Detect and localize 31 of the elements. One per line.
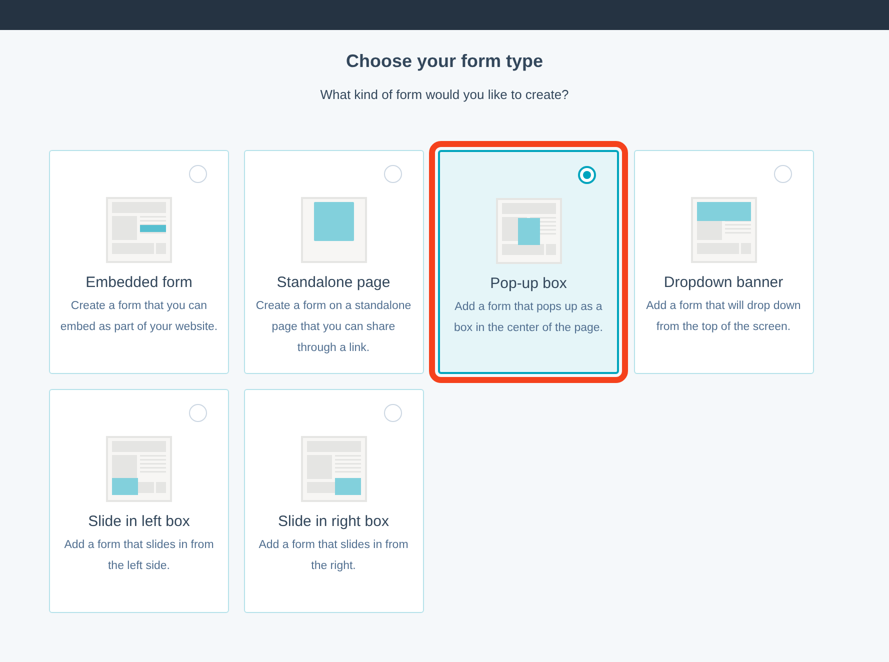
card-description: Add a form that will drop down from the top of the screen. — [645, 299, 802, 335]
form-type-card[interactable]: Dropdown banner Add a form that will drop down from the top of the screen. — [634, 150, 814, 374]
radio-button[interactable] — [578, 166, 596, 184]
card-description: Add a form that slides in from the left side. — [63, 538, 215, 574]
card-description: Add a form that slides in from the right. — [258, 538, 410, 574]
page-heading: Choose your form type — [344, 50, 544, 72]
card-title: Slide in right box — [278, 512, 389, 532]
form-layout-icon — [106, 197, 172, 263]
form-type-card[interactable]: Slide in right box Add a form that slides in from the right. — [244, 389, 424, 613]
card-title: Pop-up box — [490, 274, 567, 294]
form-layout-icon — [106, 436, 172, 502]
page-subheading: What kind of form would you like to create? — [319, 86, 570, 104]
card-title: Embedded form — [86, 273, 192, 293]
card-title: Standalone page — [276, 273, 390, 293]
card-description: Add a form that pops up as a box in the center of the page. — [453, 300, 604, 336]
radio-button[interactable] — [189, 165, 207, 183]
radio-button[interactable] — [189, 404, 207, 422]
form-layout-icon — [300, 436, 366, 502]
card-description: Create a form on a standalone page that you can share through a link. — [254, 299, 412, 356]
radio-button[interactable] — [384, 165, 402, 183]
form-type-card[interactable]: Slide in left box Add a form that slides in from the left side. — [49, 389, 229, 613]
form-layout-icon — [690, 197, 756, 263]
form-type-card[interactable]: Standalone page Create a form on a standalone page that you can share through a link. — [244, 150, 424, 374]
card-title: Dropdown banner — [664, 273, 784, 293]
radio-button[interactable] — [384, 404, 402, 422]
form-layout-icon — [496, 198, 562, 264]
form-type-card[interactable]: Embedded form Create a form that you can embed as part of your website. — [49, 150, 229, 374]
card-title: Slide in left box — [88, 512, 190, 532]
form-layout-icon — [300, 197, 366, 263]
card-description: Create a form that you can embed as part of your website. — [60, 299, 218, 335]
radio-button[interactable] — [774, 165, 792, 183]
